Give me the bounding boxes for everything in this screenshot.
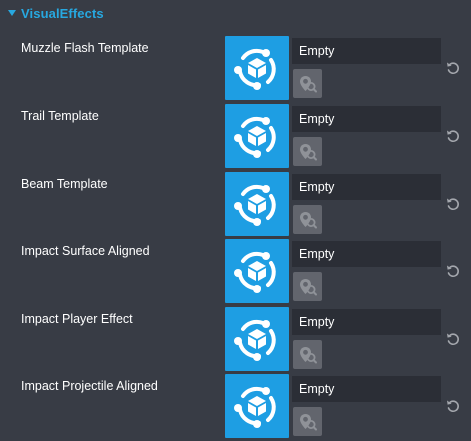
property-row-5: Impact Player Effect Empty	[0, 307, 471, 375]
template-asset-icon	[234, 184, 276, 226]
asset-value-field[interactable]: Empty	[292, 174, 441, 200]
reset-icon	[447, 198, 459, 210]
asset-picker-icon	[300, 212, 317, 229]
reset-icon	[447, 400, 459, 412]
reset-icon	[447, 333, 459, 345]
property-label: Impact Projectile Aligned	[21, 379, 158, 393]
asset-value-field[interactable]: Empty	[292, 309, 441, 335]
reset-button[interactable]	[445, 60, 461, 76]
caret-down-icon[interactable]	[8, 10, 16, 16]
template-thumbnail[interactable]	[225, 104, 289, 168]
template-thumbnail[interactable]	[225, 307, 289, 371]
template-thumbnail[interactable]	[225, 36, 289, 100]
asset-picker-button[interactable]	[293, 272, 322, 301]
reset-icon	[447, 62, 459, 74]
property-row-2: Trail Template Empty	[0, 104, 471, 172]
property-label: Beam Template	[21, 177, 108, 191]
property-row-4: Impact Surface Aligned Empty	[0, 239, 471, 307]
reset-button[interactable]	[445, 331, 461, 347]
reset-icon	[447, 265, 459, 277]
property-row-3: Beam Template Empty	[0, 172, 471, 240]
template-thumbnail[interactable]	[225, 239, 289, 303]
template-asset-icon	[234, 48, 276, 90]
section-header-visual-effects[interactable]: VisualEffects	[0, 0, 471, 30]
reset-button[interactable]	[445, 263, 461, 279]
property-row-1: Muzzle Flash Template Empty	[0, 36, 471, 104]
reset-icon	[447, 130, 459, 142]
asset-picker-icon	[300, 414, 317, 431]
template-asset-icon	[234, 116, 276, 158]
asset-picker-button[interactable]	[293, 340, 322, 369]
asset-picker-icon	[300, 279, 317, 296]
asset-picker-icon	[300, 347, 317, 364]
asset-picker-button[interactable]	[293, 137, 322, 166]
property-row-6: Impact Projectile Aligned Empty	[0, 374, 471, 441]
asset-picker-button[interactable]	[293, 69, 322, 98]
asset-value-field[interactable]: Empty	[292, 106, 441, 132]
property-label: Trail Template	[21, 109, 99, 123]
template-asset-icon	[234, 319, 276, 361]
reset-button[interactable]	[445, 128, 461, 144]
template-asset-icon	[234, 386, 276, 428]
section-title: VisualEffects	[21, 6, 104, 21]
reset-button[interactable]	[445, 398, 461, 414]
asset-picker-button[interactable]	[293, 407, 322, 436]
template-thumbnail[interactable]	[225, 374, 289, 438]
property-label: Muzzle Flash Template	[21, 41, 149, 55]
property-label: Impact Surface Aligned	[21, 244, 150, 258]
asset-value-field[interactable]: Empty	[292, 241, 441, 267]
asset-value-field[interactable]: Empty	[292, 38, 441, 64]
reset-button[interactable]	[445, 196, 461, 212]
asset-picker-icon	[300, 144, 317, 161]
template-thumbnail[interactable]	[225, 172, 289, 236]
asset-value-field[interactable]: Empty	[292, 376, 441, 402]
asset-picker-icon	[300, 76, 317, 93]
asset-picker-button[interactable]	[293, 205, 322, 234]
visual-effects-panel: VisualEffects Muzzle Flash Template Empt…	[0, 0, 471, 441]
template-asset-icon	[234, 251, 276, 293]
property-label: Impact Player Effect	[21, 312, 133, 326]
